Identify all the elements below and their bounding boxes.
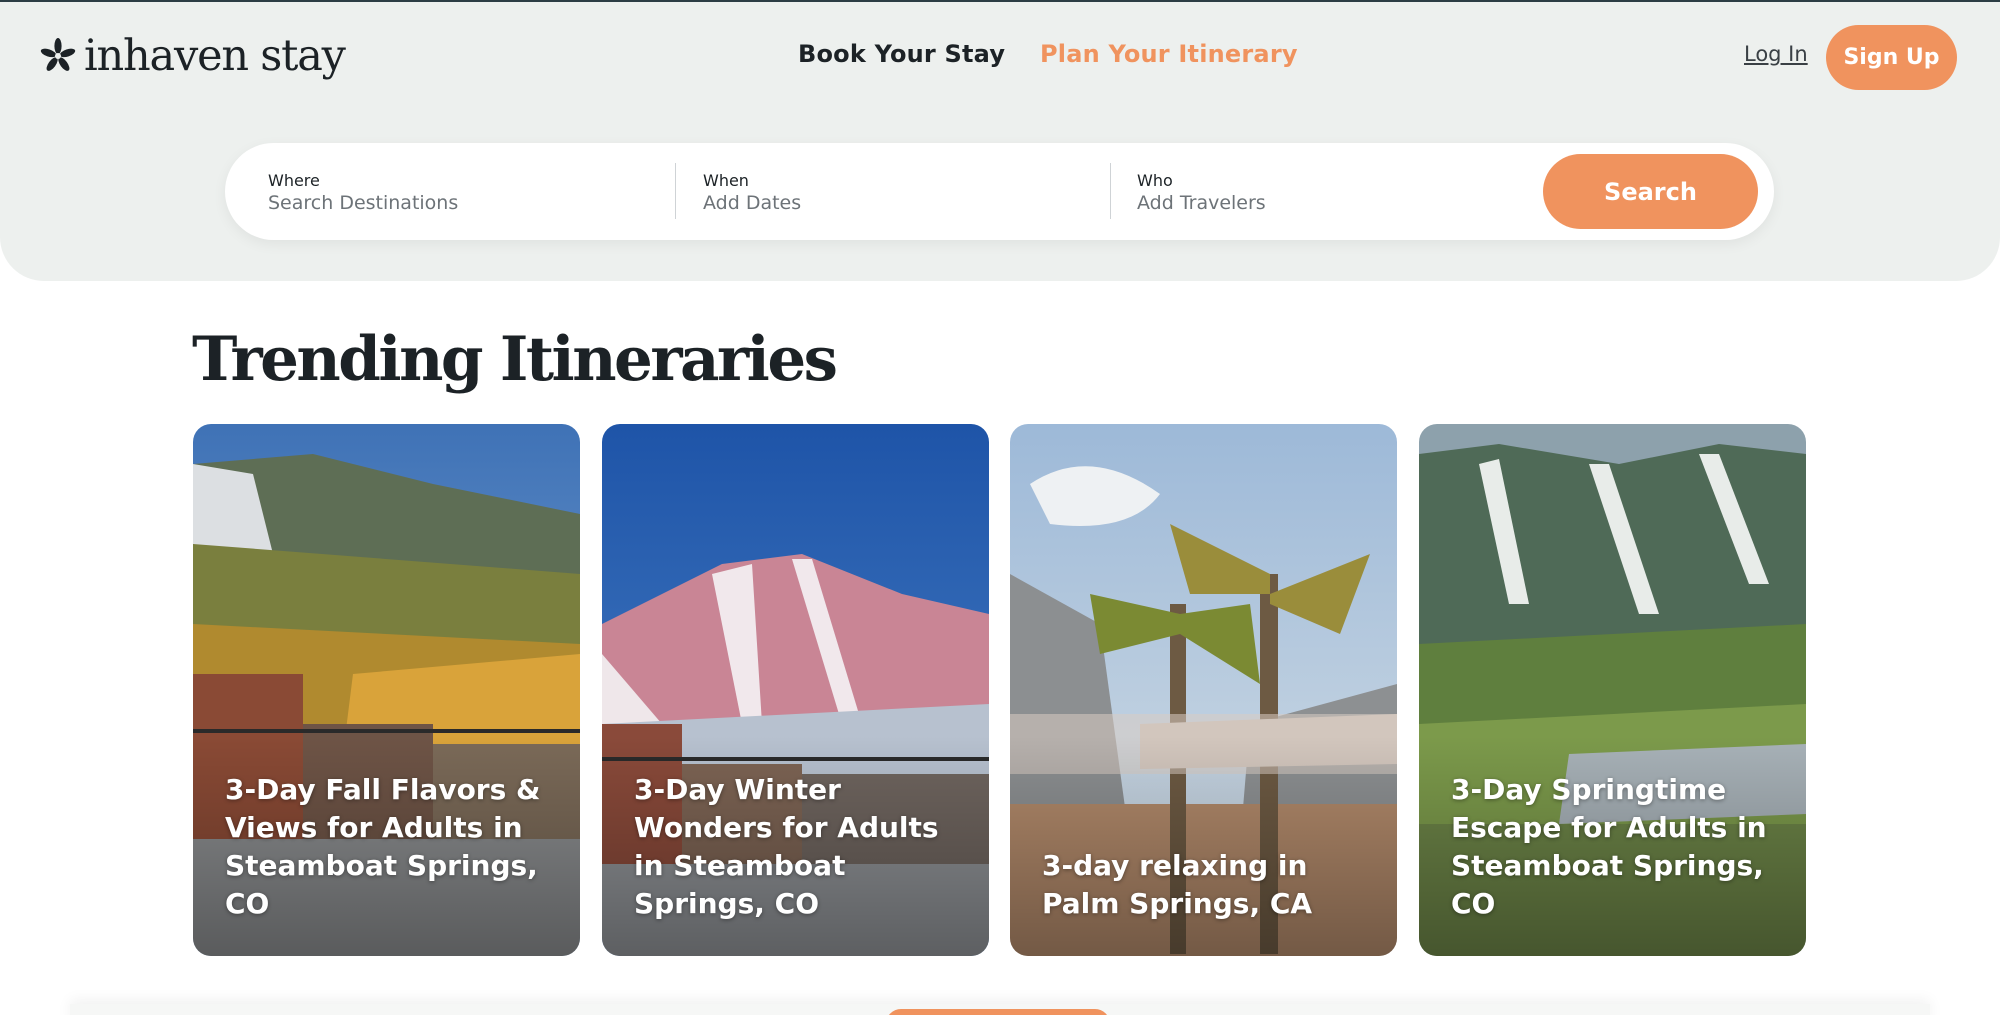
logo[interactable]: inhaven stay [40, 28, 346, 84]
next-section-button[interactable] [886, 1009, 1110, 1015]
search-button[interactable]: Search [1543, 154, 1758, 229]
card-overlay [1010, 736, 1397, 956]
when-label: When [703, 171, 749, 190]
login-link[interactable]: Log In [1744, 42, 1808, 66]
card-title: 3-Day Fall Flavors & Views for Adults in… [225, 773, 541, 920]
when-input[interactable]: Add Dates [703, 192, 801, 214]
flower-icon [40, 38, 76, 74]
itinerary-card[interactable]: 3-Day Winter Wonders for Adults in Steam… [602, 424, 989, 956]
who-input[interactable]: Add Travelers [1137, 192, 1266, 214]
itinerary-card[interactable]: 3-Day Fall Flavors & Views for Adults in… [193, 424, 580, 956]
header: inhaven stay Book Your Stay Plan Your It… [0, 0, 2000, 281]
nav-plan-your-itinerary[interactable]: Plan Your Itinerary [1040, 40, 1298, 68]
signup-button[interactable]: Sign Up [1826, 25, 1957, 90]
search-divider [1110, 163, 1111, 219]
card-title: 3-Day Springtime Escape for Adults in St… [1451, 773, 1767, 920]
when-field[interactable]: When Add Dates [703, 171, 801, 214]
where-input[interactable]: Search Destinations [268, 192, 458, 214]
search-bar: Where Search Destinations When Add Dates… [225, 143, 1774, 240]
where-label: Where [268, 171, 320, 190]
section-title: Trending Itineraries [192, 324, 838, 395]
itinerary-card[interactable]: 3-day relaxing in Palm Springs, CA [1010, 424, 1397, 956]
search-divider [675, 163, 676, 219]
itinerary-card[interactable]: 3-Day Springtime Escape for Adults in St… [1419, 424, 1806, 956]
who-field[interactable]: Who Add Travelers [1137, 171, 1266, 214]
card-title: 3-day relaxing in Palm Springs, CA [1042, 849, 1313, 920]
card-title: 3-Day Winter Wonders for Adults in Steam… [634, 773, 939, 920]
nav-book-your-stay[interactable]: Book Your Stay [798, 40, 1005, 68]
logo-text: inhaven stay [84, 30, 346, 81]
where-field[interactable]: Where Search Destinations [268, 171, 458, 214]
who-label: Who [1137, 171, 1173, 190]
